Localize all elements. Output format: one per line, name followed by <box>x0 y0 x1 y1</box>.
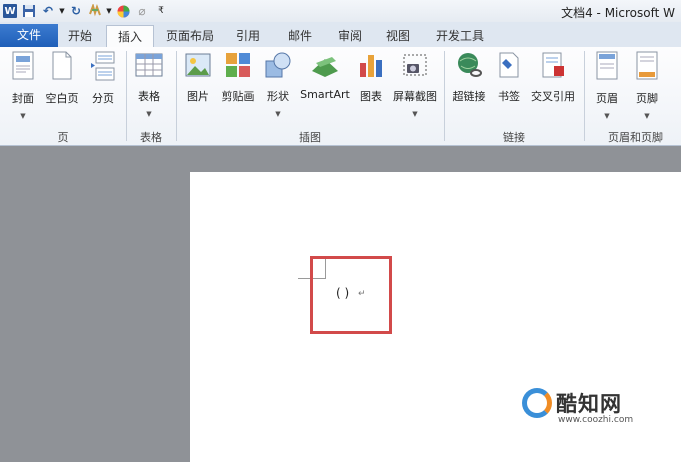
footer-dropdown-icon[interactable]: ▼ <box>630 112 664 120</box>
clipart-button[interactable]: 剪贴画 <box>218 51 258 104</box>
window-title: 文档4 - Microsoft W <box>561 6 675 20</box>
tab-home[interactable]: 开始 <box>62 25 98 47</box>
watermark-title: 酷知网 <box>556 392 622 416</box>
screenshot-icon <box>390 51 440 82</box>
group-label-illustrations: 插图 <box>299 131 321 144</box>
shapes-icon <box>262 51 294 82</box>
header-icon <box>590 51 624 84</box>
color-wheel-icon[interactable] <box>115 3 131 19</box>
chart-button[interactable]: 图表 <box>356 51 386 104</box>
ribbon-tab-bar: 文件 开始 插入 页面布局 引用 邮件 审阅 视图 开发工具 <box>0 22 681 48</box>
undo-icon[interactable]: ↶ <box>40 3 56 19</box>
ribbon-insert: 封面 ▼ 空白页 分页 页 表格 ▼ 表格 图片 剪贴画 形状 ▼ SmartA… <box>0 47 681 146</box>
tab-developer[interactable]: 开发工具 <box>430 25 490 47</box>
header-dropdown-icon[interactable]: ▼ <box>590 112 624 120</box>
blank-page-button[interactable]: 空白页 <box>42 51 82 106</box>
title-bar: W ↶ ▼ ↻ ▼ ⌀ ₹ 文档4 - Microsoft W <box>0 0 681 22</box>
smartart-button[interactable]: SmartArt <box>298 51 352 101</box>
customize-qat-icon[interactable]: ₹ <box>153 3 169 19</box>
clipart-icon <box>218 51 258 82</box>
tab-review[interactable]: 审阅 <box>330 25 370 47</box>
tab-mailings[interactable]: 邮件 <box>280 25 320 47</box>
page-break-icon <box>86 51 120 84</box>
watermark-url: www.coozhi.com <box>558 415 634 425</box>
picture-icon <box>182 51 214 82</box>
highlight-box <box>310 256 392 334</box>
group-label-tables: 表格 <box>140 131 162 144</box>
bookmark-button[interactable]: 书签 <box>494 51 524 104</box>
tab-insert[interactable]: 插入 <box>106 25 154 48</box>
coozhi-logo-icon <box>522 388 552 418</box>
footer-button[interactable]: 页脚 ▼ <box>630 51 664 120</box>
clear-format-icon[interactable]: ⌀ <box>134 3 150 19</box>
group-label-header-footer: 页眉和页脚 <box>608 131 663 144</box>
header-button[interactable]: 页眉 ▼ <box>590 51 624 120</box>
blank-page-icon <box>42 51 82 84</box>
group-divider <box>444 51 445 141</box>
cover-page-button[interactable]: 封面 ▼ <box>6 51 40 120</box>
screenshot-button[interactable]: 屏幕截图 ▼ <box>390 51 440 118</box>
hyperlink-button[interactable]: 超链接 <box>450 51 488 104</box>
group-label-pages: 页 <box>57 131 69 144</box>
page-break-button[interactable]: 分页 <box>86 51 120 106</box>
cover-page-dropdown-icon[interactable]: ▼ <box>6 112 40 120</box>
tab-references[interactable]: 引用 <box>228 25 268 47</box>
save-icon[interactable] <box>21 3 37 19</box>
tab-file[interactable]: 文件 <box>0 24 58 47</box>
document-text[interactable]: ( ) <box>336 286 349 300</box>
shapes-dropdown-icon[interactable]: ▼ <box>262 110 294 118</box>
picture-button[interactable]: 图片 <box>182 51 214 104</box>
group-divider <box>176 51 177 141</box>
paragraph-mark: ↵ <box>358 289 366 299</box>
tab-view[interactable]: 视图 <box>378 25 418 47</box>
bookmark-icon <box>494 51 524 82</box>
group-divider <box>584 51 585 141</box>
table-dropdown-icon[interactable]: ▼ <box>132 110 166 118</box>
redo-icon[interactable]: ↻ <box>68 3 84 19</box>
group-label-links: 链接 <box>503 131 525 144</box>
format-dropdown-icon[interactable]: ▼ <box>106 3 112 19</box>
hyperlink-icon <box>450 51 488 82</box>
group-divider <box>126 51 127 141</box>
smartart-icon <box>298 51 352 82</box>
table-button[interactable]: 表格 ▼ <box>132 51 166 118</box>
screenshot-dropdown-icon[interactable]: ▼ <box>390 110 440 118</box>
cover-page-icon <box>6 51 40 84</box>
table-icon <box>132 51 166 82</box>
quick-access-toolbar: W ↶ ▼ ↻ ▼ ⌀ ₹ <box>2 2 172 20</box>
shapes-button[interactable]: 形状 ▼ <box>262 51 294 118</box>
tab-page-layout[interactable]: 页面布局 <box>160 25 220 47</box>
undo-dropdown-icon[interactable]: ▼ <box>59 3 65 19</box>
word-app-icon[interactable]: W <box>2 3 18 19</box>
footer-icon <box>630 51 664 84</box>
format-painter-icon[interactable] <box>87 3 103 19</box>
chart-icon <box>356 51 386 82</box>
cross-reference-button[interactable]: 交叉引用 <box>528 51 578 104</box>
cross-reference-icon <box>528 51 578 82</box>
